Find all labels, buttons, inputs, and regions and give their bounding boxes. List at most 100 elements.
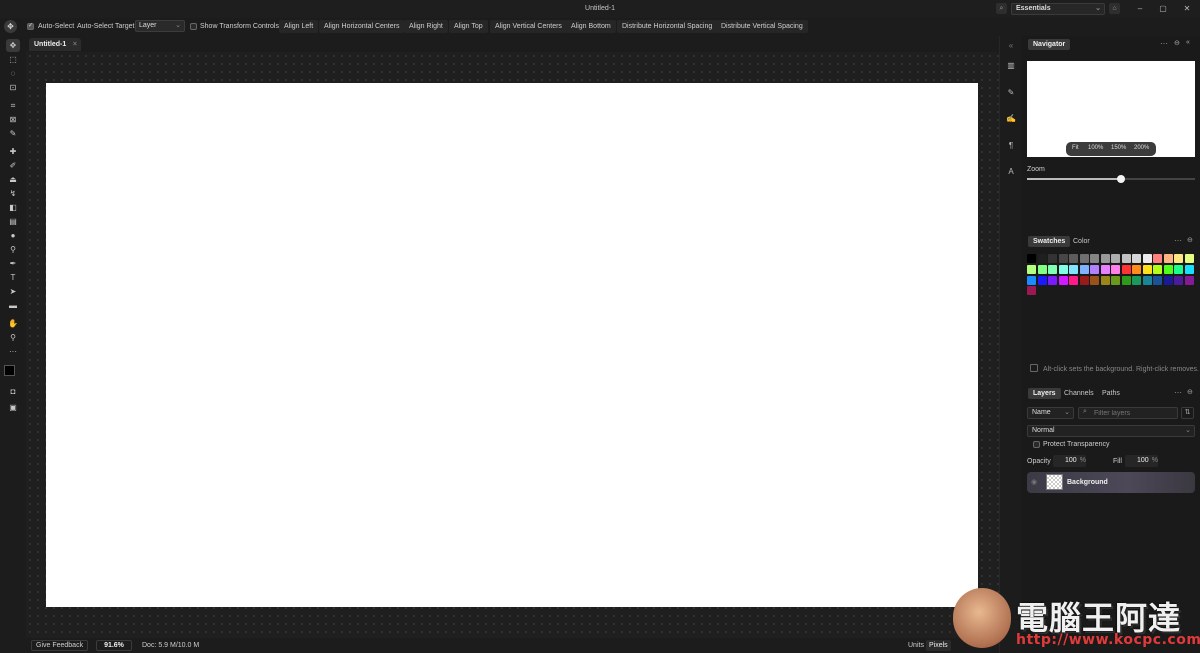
color-swatch[interactable] <box>1090 275 1099 285</box>
eyedropper-icon[interactable]: ✎ <box>6 127 20 140</box>
fill-input[interactable]: 100% <box>1125 455 1158 467</box>
color-swatch[interactable] <box>1153 275 1162 285</box>
filter-layers-input[interactable] <box>1078 407 1178 419</box>
color-swatch[interactable] <box>1058 275 1068 285</box>
collapse-icon[interactable]: « <box>1005 40 1017 52</box>
color-swatch[interactable] <box>1058 264 1068 274</box>
quick-mask-icon[interactable]: ◘ <box>6 385 20 398</box>
color-swatch[interactable] <box>1048 264 1057 274</box>
align-bottom-button[interactable]: Align Bottom <box>566 20 616 33</box>
gradient-icon[interactable]: ▤ <box>6 215 20 228</box>
color-swatch[interactable] <box>1132 264 1141 274</box>
color-swatch[interactable] <box>1048 254 1057 263</box>
distribute-horizontal-button[interactable]: Distribute Horizontal Spacing <box>617 20 718 33</box>
color-swatch[interactable] <box>1069 275 1078 285</box>
color-swatch[interactable] <box>1132 254 1141 263</box>
minimize-panel-icon[interactable]: ⊖ <box>1187 236 1193 244</box>
align-right-button[interactable]: Align Right <box>404 20 448 33</box>
panel-menu-icon[interactable]: ··· <box>1160 39 1168 48</box>
move-icon[interactable]: ✥ <box>6 39 20 52</box>
screen-mode-icon[interactable]: ▣ <box>6 401 20 414</box>
tab-color[interactable]: Color <box>1068 236 1095 247</box>
color-swatch[interactable] <box>1100 254 1110 263</box>
color-swatch[interactable] <box>1069 264 1078 274</box>
color-swatch[interactable] <box>1058 254 1068 263</box>
align-left-button[interactable]: Align Left <box>279 20 319 33</box>
type-icon[interactable]: T <box>6 271 20 284</box>
close-icon[interactable]: × <box>73 38 77 51</box>
paragraph-icon[interactable]: ¶ <box>1005 140 1017 152</box>
color-swatch[interactable] <box>1184 275 1194 285</box>
color-swatch[interactable] <box>1100 275 1110 285</box>
opacity-input[interactable]: 100% <box>1053 455 1086 467</box>
history-brush-icon[interactable]: ↯ <box>6 187 20 200</box>
eraser-icon[interactable]: ◧ <box>6 201 20 214</box>
color-swatch[interactable] <box>1111 264 1120 274</box>
character-icon[interactable]: A <box>1005 166 1017 178</box>
color-swatch[interactable] <box>1079 254 1089 263</box>
auto-select-target-select[interactable]: Layer ⌄ <box>135 20 185 32</box>
color-swatch[interactable] <box>1153 264 1162 274</box>
zoom-150-button[interactable]: 150% <box>1111 145 1126 151</box>
layer-sort-select[interactable]: Name ⌄ <box>1027 407 1074 419</box>
color-swatch[interactable] <box>1037 254 1047 263</box>
document-tab[interactable]: Untitled-1 × <box>29 38 81 51</box>
search-icon[interactable]: ⌕ <box>996 3 1007 14</box>
color-swatch[interactable] <box>1121 264 1131 274</box>
blur-icon[interactable]: ● <box>6 229 20 242</box>
color-swatch[interactable] <box>1184 264 1194 274</box>
maximize-button[interactable]: ▢ <box>1156 4 1170 14</box>
show-transform-checkbox[interactable] <box>190 23 197 30</box>
color-swatch[interactable] <box>1090 264 1099 274</box>
protect-transparency-checkbox[interactable] <box>1033 441 1040 448</box>
workspace-lock-icon[interactable]: ⌂ <box>1109 3 1120 14</box>
tab-paths[interactable]: Paths <box>1097 388 1125 399</box>
color-swatch[interactable] <box>1174 264 1183 274</box>
dodge-icon[interactable]: ⚲ <box>6 243 20 256</box>
lasso-icon[interactable]: ◌ <box>6 67 20 80</box>
tab-navigator[interactable]: Navigator <box>1028 39 1071 50</box>
move-tool-preset-icon[interactable]: ✥ <box>4 20 17 33</box>
color-swatch[interactable] <box>1111 254 1120 263</box>
visibility-eye-icon[interactable]: ◉ <box>1031 478 1037 486</box>
align-top-button[interactable]: Align Top <box>449 20 488 33</box>
add-swatch-icon[interactable] <box>1030 364 1038 372</box>
color-swatch[interactable] <box>1174 275 1183 285</box>
color-swatch[interactable] <box>1163 264 1173 274</box>
color-swatch[interactable] <box>1027 254 1036 263</box>
more-icon[interactable]: ··· <box>6 345 20 358</box>
minimize-panel-icon[interactable]: ⊖ <box>1187 388 1193 396</box>
give-feedback-button[interactable]: Give Feedback <box>31 640 89 651</box>
zoom-level-input[interactable]: 91.6% <box>96 640 132 651</box>
properties-icon[interactable]: ▥ <box>1005 60 1017 72</box>
color-swatch[interactable] <box>1037 264 1047 274</box>
brush-settings-icon[interactable]: ✎ <box>1005 87 1017 99</box>
minimize-panel-icon[interactable]: ⊖ <box>1174 39 1180 47</box>
color-swatch[interactable] <box>1174 254 1183 263</box>
color-swatch[interactable] <box>1037 275 1047 285</box>
color-swatch[interactable] <box>1153 254 1162 263</box>
tab-channels[interactable]: Channels <box>1059 388 1099 399</box>
tab-swatches[interactable]: Swatches <box>1028 236 1071 247</box>
document-canvas[interactable] <box>46 83 978 607</box>
clone-source-icon[interactable]: ✍ <box>1005 113 1017 125</box>
color-swatch[interactable] <box>1027 275 1036 285</box>
collapse-panel-icon[interactable]: « <box>1186 39 1190 46</box>
workspace-select[interactable]: Essentials ⌄ <box>1011 3 1105 15</box>
color-swatch[interactable] <box>1027 286 1036 296</box>
stamp-icon[interactable]: ⏏ <box>6 173 20 186</box>
color-swatch[interactable] <box>1142 275 1152 285</box>
zoom-icon[interactable]: ⚲ <box>6 331 20 344</box>
blend-mode-select[interactable]: Normal ⌄ <box>1027 425 1195 437</box>
color-swatch[interactable] <box>1069 254 1078 263</box>
color-swatch[interactable] <box>1132 275 1141 285</box>
filter-options-icon[interactable]: ⇅ <box>1181 407 1194 419</box>
pen-icon[interactable]: ✒ <box>6 257 20 270</box>
color-swatch[interactable] <box>1079 264 1089 274</box>
healing-icon[interactable]: ✚ <box>6 145 20 158</box>
crop-icon[interactable]: ⌗ <box>6 99 20 112</box>
close-button[interactable]: ✕ <box>1180 4 1194 14</box>
panel-menu-icon[interactable]: ··· <box>1174 236 1182 245</box>
color-swatch[interactable] <box>1121 275 1131 285</box>
foreground-color-swatch[interactable] <box>4 365 15 376</box>
